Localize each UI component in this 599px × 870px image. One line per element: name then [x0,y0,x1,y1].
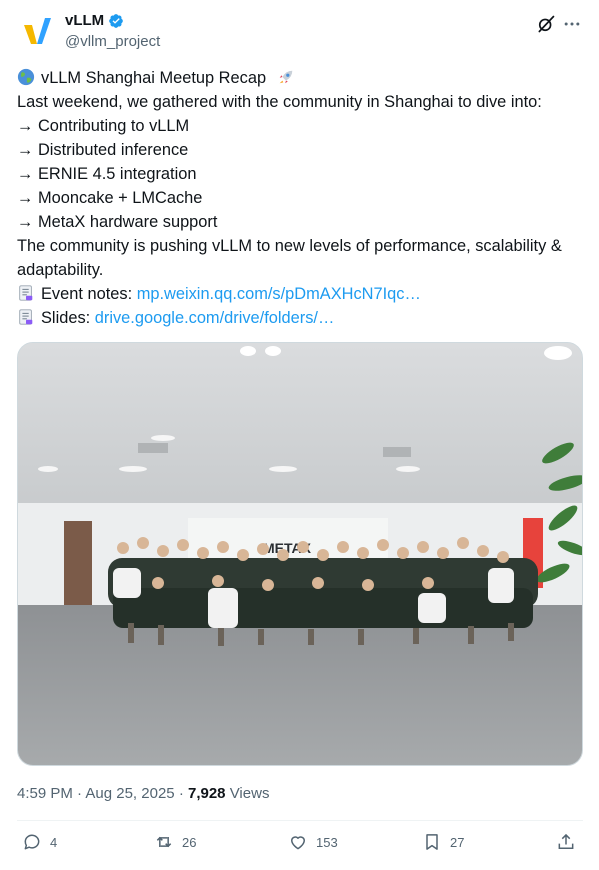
views-label: Views [229,785,270,802]
topic-item: → Contributing to vLLM [17,117,190,135]
repost-button[interactable]: 26 [154,832,196,852]
repost-count: 26 [182,834,197,850]
action-bar: 4 26 153 27 [0,832,599,858]
bookmark-count: 27 [450,834,465,850]
topic-item: → Mooncake + LMCache [17,189,203,207]
like-count: 153 [316,834,338,850]
grok-icon[interactable] [536,14,556,34]
post-date[interactable]: Aug 25, 2025 [85,785,174,802]
views-count: 7,928 [187,785,226,802]
slides-line: Slides: drive.google.com/drive/folders/… [17,306,587,330]
post-title-line: vLLM Shanghai Meetup Recap [17,66,587,90]
topic-item: → ERNIE 4.5 integration [17,165,197,183]
post-intro: Last weekend, we gathered with the commu… [17,93,542,111]
verified-badge-icon [109,13,124,28]
document-emoji [19,309,33,325]
topic-item: → MetaX hardware support [17,213,218,231]
divider [17,820,583,821]
globe-emoji [17,68,35,86]
like-button[interactable]: 153 [288,832,338,852]
reply-icon [24,834,40,850]
bookmark-icon [426,834,438,850]
author-name[interactable]: vLLM [65,12,124,29]
rocket-emoji [279,70,292,84]
more-icon[interactable] [562,14,582,34]
topic-item: → Distributed inference [17,141,189,159]
reply-button[interactable]: 4 [22,832,57,852]
share-icon [558,833,574,849]
reply-count: 4 [50,834,58,850]
repost-icon [156,836,172,848]
event-notes-link[interactable]: mp.weixin.qq.com/s/pDmAXHcN7Iqc… [137,285,421,303]
post-text: vLLM Shanghai Meetup Recap Last weekend,… [17,66,587,330]
slides-link[interactable]: drive.google.com/drive/folders/… [95,309,335,327]
post-time[interactable]: 4:59 PM [17,785,73,802]
vllm-logo [17,12,57,52]
event-notes-line: Event notes: mp.weixin.qq.com/s/pDmAXHcN… [17,282,587,306]
author-handle[interactable]: @vllm_project [65,33,160,50]
avatar[interactable] [17,12,57,52]
post-meta: 4:59 PM · Aug 25, 2025 · 7,928 Views [17,785,270,802]
post-header: vLLM @vllm_project [0,0,599,60]
group-photo-illustration: METAX [18,343,582,765]
post-closing: The community is pushing vLLM to new lev… [17,237,562,279]
share-button[interactable] [556,832,576,852]
like-icon [291,836,305,850]
document-emoji [19,285,33,301]
bookmark-button[interactable]: 27 [422,832,464,852]
post-photo[interactable]: METAX [17,342,583,766]
